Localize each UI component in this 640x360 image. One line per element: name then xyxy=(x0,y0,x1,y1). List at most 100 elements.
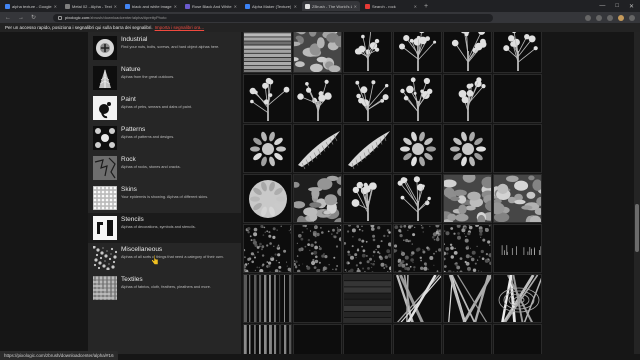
tab-close-icon[interactable]: ✕ xyxy=(414,4,417,9)
menu-icon[interactable] xyxy=(629,14,635,21)
alpha-thumbnail[interactable] xyxy=(243,274,292,323)
alpha-thumbnail[interactable] xyxy=(443,124,492,173)
browser-tab[interactable]: black and white image - Google Sea✕ xyxy=(122,1,180,11)
bookmarks-notice: Per un accesso rapido, posiziona i segna… xyxy=(0,23,640,32)
tab-close-icon[interactable]: ✕ xyxy=(54,4,57,9)
alpha-thumbnail[interactable] xyxy=(443,74,492,123)
scrollbar-thumb[interactable] xyxy=(635,204,639,252)
category-name[interactable]: Miscellaneous xyxy=(121,246,224,254)
textiles-thumbnail[interactable] xyxy=(93,276,117,300)
alpha-thumbnail[interactable] xyxy=(393,74,442,123)
category-text: Paint Alphas of pebs, smears and dabs of … xyxy=(121,96,192,110)
alpha-thumbnail xyxy=(293,274,342,323)
category-name[interactable]: Patterns xyxy=(121,126,174,134)
alpha-thumbnail[interactable] xyxy=(293,174,342,223)
category-name[interactable]: Paint xyxy=(121,96,192,104)
tab-favicon-icon xyxy=(305,3,310,9)
alpha-thumbnail[interactable] xyxy=(493,174,542,223)
category-name[interactable]: Industrial xyxy=(121,36,219,44)
browser-tab[interactable]: Metal 02 - Alpha - Texture - ShareCG✕ xyxy=(62,1,120,11)
extension-icon[interactable] xyxy=(585,14,591,21)
tab-close-icon[interactable]: ✕ xyxy=(234,4,237,9)
stencils-thumbnail[interactable] xyxy=(93,216,117,240)
miscellaneous-thumbnail[interactable] xyxy=(92,245,118,271)
industrial-thumbnail[interactable] xyxy=(93,36,117,60)
tab-close-icon[interactable]: ✕ xyxy=(174,4,177,9)
tab-close-icon[interactable]: ✕ xyxy=(354,4,357,9)
back-icon[interactable]: ← xyxy=(5,15,11,21)
alpha-thumbnail[interactable] xyxy=(343,224,392,273)
alpha-thumbnail[interactable] xyxy=(393,274,442,323)
new-tab-button[interactable]: + xyxy=(424,3,428,10)
category-patterns[interactable]: Patterns Alphas of patterns and designs. xyxy=(88,123,241,153)
alpha-thumbnail[interactable] xyxy=(393,124,442,173)
paint-thumbnail[interactable] xyxy=(93,96,117,120)
nature-thumbnail[interactable] xyxy=(93,66,117,90)
alpha-thumbnail[interactable] xyxy=(493,32,542,73)
browser-tab[interactable]: alpha texture - Google Search✕ xyxy=(2,1,60,11)
alpha-thumbnail[interactable] xyxy=(343,174,392,223)
alpha-thumbnail[interactable] xyxy=(243,124,292,173)
browser-tab[interactable]: Rose Black And White Images | Free✕ xyxy=(182,1,240,11)
category-nature[interactable]: Nature Alphas from the great outdoors. xyxy=(88,63,241,93)
alpha-thumbnail[interactable] xyxy=(293,74,342,123)
minimize-icon[interactable]: — xyxy=(599,3,605,10)
page-scrollbar[interactable] xyxy=(634,32,640,354)
category-textiles[interactable]: Textiles Alphas of fabrics, cloth, feathe… xyxy=(88,273,241,303)
category-name[interactable]: Stencils xyxy=(121,216,196,224)
alpha-thumbnail[interactable] xyxy=(493,224,542,273)
maximize-icon[interactable]: □ xyxy=(615,3,619,10)
category-stencils[interactable]: Stencils Alphas of decorations, symbols a… xyxy=(88,213,241,243)
extension-icon[interactable] xyxy=(607,14,613,21)
alpha-thumbnail[interactable] xyxy=(443,174,492,223)
category-description: Alphas from the great outdoors. xyxy=(121,75,175,79)
alpha-thumbnail[interactable] xyxy=(493,274,542,323)
skins-thumbnail[interactable] xyxy=(93,186,117,210)
category-name[interactable]: Rock xyxy=(121,156,181,164)
reload-icon[interactable]: ↻ xyxy=(31,14,36,21)
category-name[interactable]: Skins xyxy=(121,186,208,194)
browser-tab[interactable]: Alpha Maker (Texture) ✕ xyxy=(242,1,300,11)
import-bookmarks-link[interactable]: Importa i segnalibri ora... xyxy=(155,25,205,30)
alpha-thumbnail[interactable] xyxy=(343,274,392,323)
category-industrial[interactable]: Industrial Find your nuts, bolts, screws,… xyxy=(88,33,241,63)
alpha-thumbnail[interactable] xyxy=(443,32,492,73)
category-text: Stencils Alphas of decorations, symbols a… xyxy=(121,216,196,230)
rock-thumbnail[interactable] xyxy=(93,156,117,180)
alpha-thumbnail[interactable] xyxy=(443,224,492,273)
alpha-thumbnail[interactable] xyxy=(243,74,292,123)
alpha-thumbnail[interactable] xyxy=(343,124,392,173)
tab-close-icon[interactable]: ✕ xyxy=(114,4,117,9)
alpha-thumbnail[interactable] xyxy=(293,224,342,273)
profile-avatar[interactable] xyxy=(618,14,624,21)
tab-title: Rose Black And White Images | Free xyxy=(192,3,232,9)
close-window-icon[interactable]: ✕ xyxy=(629,3,634,10)
tab-close-icon[interactable]: ✕ xyxy=(294,4,297,9)
alpha-thumbnail[interactable] xyxy=(343,32,392,73)
alpha-thumbnail[interactable] xyxy=(393,224,442,273)
alpha-thumbnail[interactable] xyxy=(243,32,292,73)
extension-icon[interactable] xyxy=(596,14,602,21)
patterns-thumbnail[interactable] xyxy=(93,126,117,150)
category-skins[interactable]: Skins Your epidermis is showing. Alphas o… xyxy=(88,183,241,213)
alpha-thumbnail[interactable] xyxy=(293,32,342,73)
page-content: Industrial Find your nuts, bolts, screws,… xyxy=(0,32,640,354)
alpha-thumbnail[interactable] xyxy=(243,174,292,223)
category-rock[interactable]: Rock Alphas of rocks, stones and cracks. xyxy=(88,153,241,183)
alpha-thumbnail[interactable] xyxy=(343,74,392,123)
browser-tab[interactable]: ZBrush - The World's Leading D✕ xyxy=(302,1,360,11)
category-paint[interactable]: Paint Alphas of pebs, smears and dabs of … xyxy=(88,93,241,123)
category-miscellaneous[interactable]: Miscellaneous Alphas of all sorts of thin… xyxy=(88,243,241,273)
alpha-thumbnail[interactable] xyxy=(393,174,442,223)
alpha-thumbnail[interactable] xyxy=(443,274,492,323)
alpha-thumbnail[interactable] xyxy=(393,32,442,73)
category-name[interactable]: Textiles xyxy=(121,276,211,284)
url-field[interactable]: pixologic.com/zbrush/downloadcenter/alph… xyxy=(53,13,494,22)
alpha-thumbnail[interactable] xyxy=(243,224,292,273)
alpha-thumbnail[interactable] xyxy=(243,324,292,354)
browser-tab[interactable]: Search - rock ✕ xyxy=(362,1,420,11)
category-name[interactable]: Nature xyxy=(121,66,174,74)
alpha-thumbnail xyxy=(393,324,442,354)
alpha-thumbnail[interactable] xyxy=(293,124,342,173)
forward-icon[interactable]: → xyxy=(18,15,24,21)
